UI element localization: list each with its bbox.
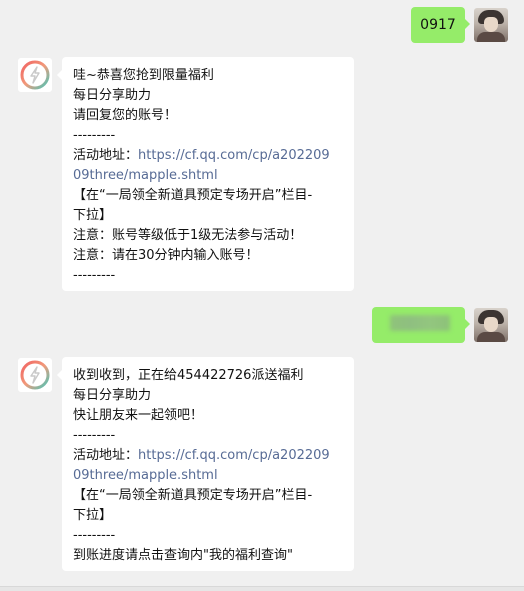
chat-bottom-divider (0, 586, 524, 591)
bot-2-divider-1: --------- (73, 428, 116, 443)
my-message-bubble-1[interactable]: 0917 (411, 7, 470, 43)
bot-2-activity-label: 活动地址： (73, 448, 139, 463)
bot-1-activity-line: 活动地址：https://cf.qq.com/cp/a202209 (73, 146, 343, 166)
bot-2-activity-link-cont[interactable]: 09three/mapple.shtml (73, 466, 343, 486)
bot-2-line-2: 每日分享助力 (73, 388, 152, 403)
bot-1-activity-link[interactable]: https://cf.qq.com/cp/a202209 (138, 148, 330, 163)
bot-2-activity-line: 活动地址：https://cf.qq.com/cp/a202209 (73, 446, 343, 466)
bot-1-note-2: 注意：请在30分钟内输入账号！ (73, 248, 259, 263)
my-message-text-1: 0917 (420, 17, 456, 33)
bot-1-note-1: 注意：账号等级低于1级无法参与活动！ (73, 228, 303, 243)
bot-2-activity-link[interactable]: https://cf.qq.com/cp/a202209 (138, 448, 330, 463)
bot-2-bracket-line-1: 【在“一局领全新道具预定专场开启”栏目- (73, 488, 313, 503)
user-avatar-2[interactable] (474, 308, 508, 342)
bot-1-bracket-line-1: 【在“一局领全新道具预定专场开启”栏目- (73, 188, 313, 203)
bot-avatar-2[interactable] (18, 358, 52, 392)
bot-1-divider-1: --------- (73, 128, 116, 143)
user-avatar[interactable] (474, 8, 508, 42)
bot-2-bracket-line-2: 下拉】 (73, 508, 113, 523)
bot-2-divider-2: --------- (73, 528, 116, 543)
my-message-bubble-2[interactable] (372, 307, 470, 343)
bot-1-divider-2: --------- (73, 268, 116, 283)
bot-1-activity-link-cont[interactable]: 09three/mapple.shtml (73, 166, 343, 186)
lightning-ring-icon (20, 360, 50, 390)
bot-1-activity-label: 活动地址： (73, 148, 139, 163)
bot-1-line-3: 请回复您的账号！ (73, 108, 178, 123)
bot-1-bracket-line-2: 下拉】 (73, 208, 113, 223)
bot-1-line-2: 每日分享助力 (73, 88, 152, 103)
bot-avatar[interactable] (18, 58, 52, 92)
bot-2-line-1: 收到收到，正在给454422726派送福利 (73, 368, 304, 383)
bot-message-bubble-2[interactable]: 收到收到，正在给454422726派送福利 每日分享助力 快让朋友来一起领吧！ … (57, 357, 354, 571)
bot-2-footer: 到账进度请点击查询内"我的福利查询" (73, 548, 293, 563)
bot-1-line-1: 哇~恭喜您抢到限量福利 (73, 68, 214, 83)
bot-2-line-3: 快让朋友来一起领吧！ (73, 408, 204, 423)
blurred-message-content (390, 315, 450, 331)
bot-message-bubble-1[interactable]: 哇~恭喜您抢到限量福利 每日分享助力 请回复您的账号！ --------- 活动… (57, 57, 354, 291)
lightning-ring-icon (20, 60, 50, 90)
